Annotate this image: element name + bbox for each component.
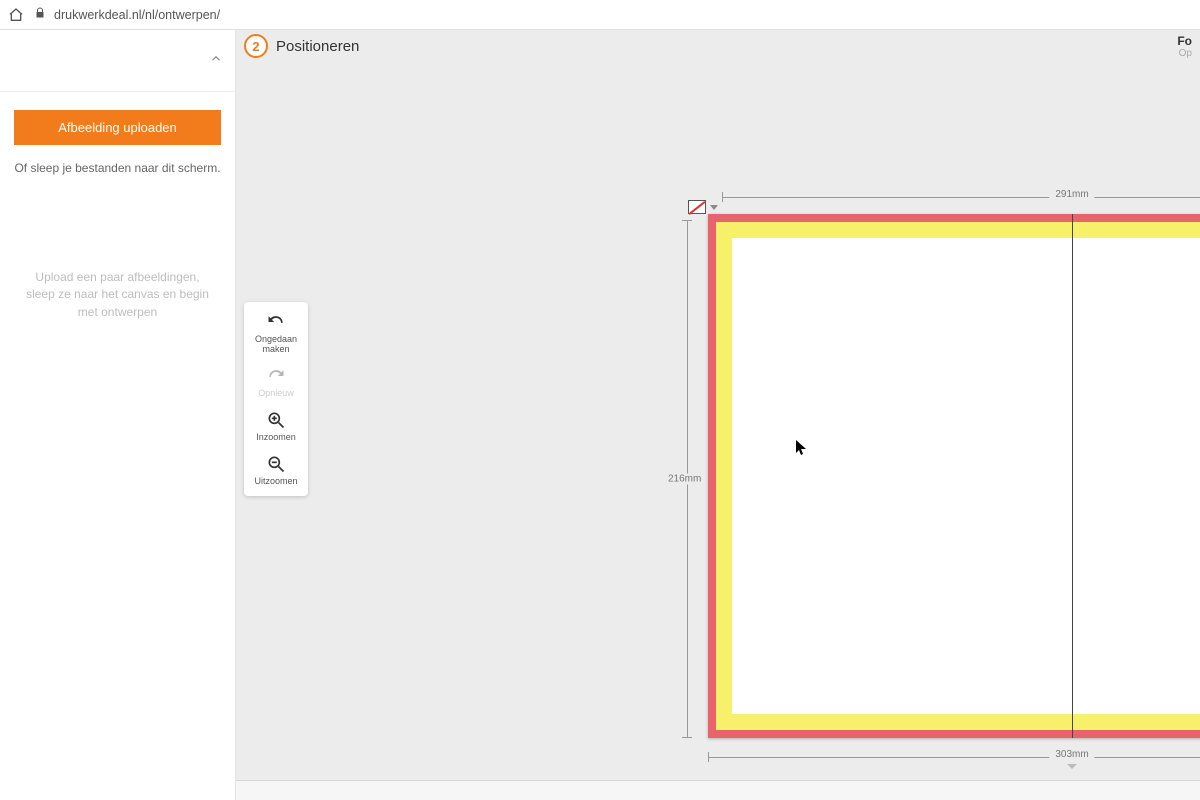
lock-icon [34,7,46,22]
upload-image-button[interactable]: Afbeelding uploaden [14,110,221,145]
empty-state-text: Upload een paar afbeeldingen, sleep ze n… [14,269,221,321]
address-bar[interactable]: drukwerkdeal.nl/nl/ontwerpen/ [34,7,1192,22]
header-right: Fo Op [1177,34,1192,59]
undo-button[interactable]: Ongedaan maken [244,310,308,356]
drag-hint-text: Of sleep je bestanden naar dit scherm. [14,161,221,175]
header-right-line1: Fo [1177,34,1192,48]
document-bleed-area[interactable] [708,214,1200,738]
zoom-out-button[interactable]: Uitzoomen [244,452,308,488]
app-root: Afbeelding uploaden Of sleep je bestande… [0,30,1200,800]
zoom-out-label: Uitzoomen [254,476,297,486]
sidebar: Afbeelding uploaden Of sleep je bestande… [0,30,236,800]
url-text: drukwerkdeal.nl/nl/ontwerpen/ [54,8,220,22]
trim-width-label: 291mm [1049,189,1094,200]
zoom-in-label: Inzoomen [256,432,296,442]
bleed-width-label: 303mm [1049,749,1094,760]
no-color-icon [688,200,706,214]
ruler-top: 291mm [722,190,1200,204]
zoom-in-button[interactable]: Inzoomen [244,408,308,444]
header-right-line2: Op [1177,48,1192,59]
ruler-left: 216mm [680,220,694,738]
browser-chrome: drukwerkdeal.nl/nl/ontwerpen/ [0,0,1200,30]
ruler-expand-icon[interactable] [1067,764,1077,769]
fold-line [1072,214,1073,738]
step-header: 2 Positioneren Fo Op [236,30,1200,60]
step-number-badge: 2 [244,34,268,58]
workspace: 2 Positioneren Fo Op Ongedaan maken Opni… [236,30,1200,800]
ruler-bottom: 303mm [708,750,1200,764]
document-safe-area [716,222,1200,730]
redo-button: Opnieuw [244,364,308,400]
status-bar [236,780,1200,800]
sidebar-body: Afbeelding uploaden Of sleep je bestande… [0,92,235,339]
chevron-up-icon [209,51,223,70]
document-page [732,238,1200,714]
home-icon[interactable] [8,7,24,23]
floating-toolbox: Ongedaan maken Opnieuw Inzoomen Uitzoome… [244,302,308,496]
undo-label: Ongedaan maken [255,334,297,354]
sidebar-collapse-row[interactable] [0,30,235,92]
canvas-zone[interactable]: 291mm 216mm 303mm [236,60,1200,780]
redo-label: Opnieuw [258,388,294,398]
step-title: Positioneren [276,38,359,55]
background-color-picker[interactable] [688,200,718,214]
trim-height-label: 216mm [666,474,703,485]
chevron-down-icon [710,205,718,210]
